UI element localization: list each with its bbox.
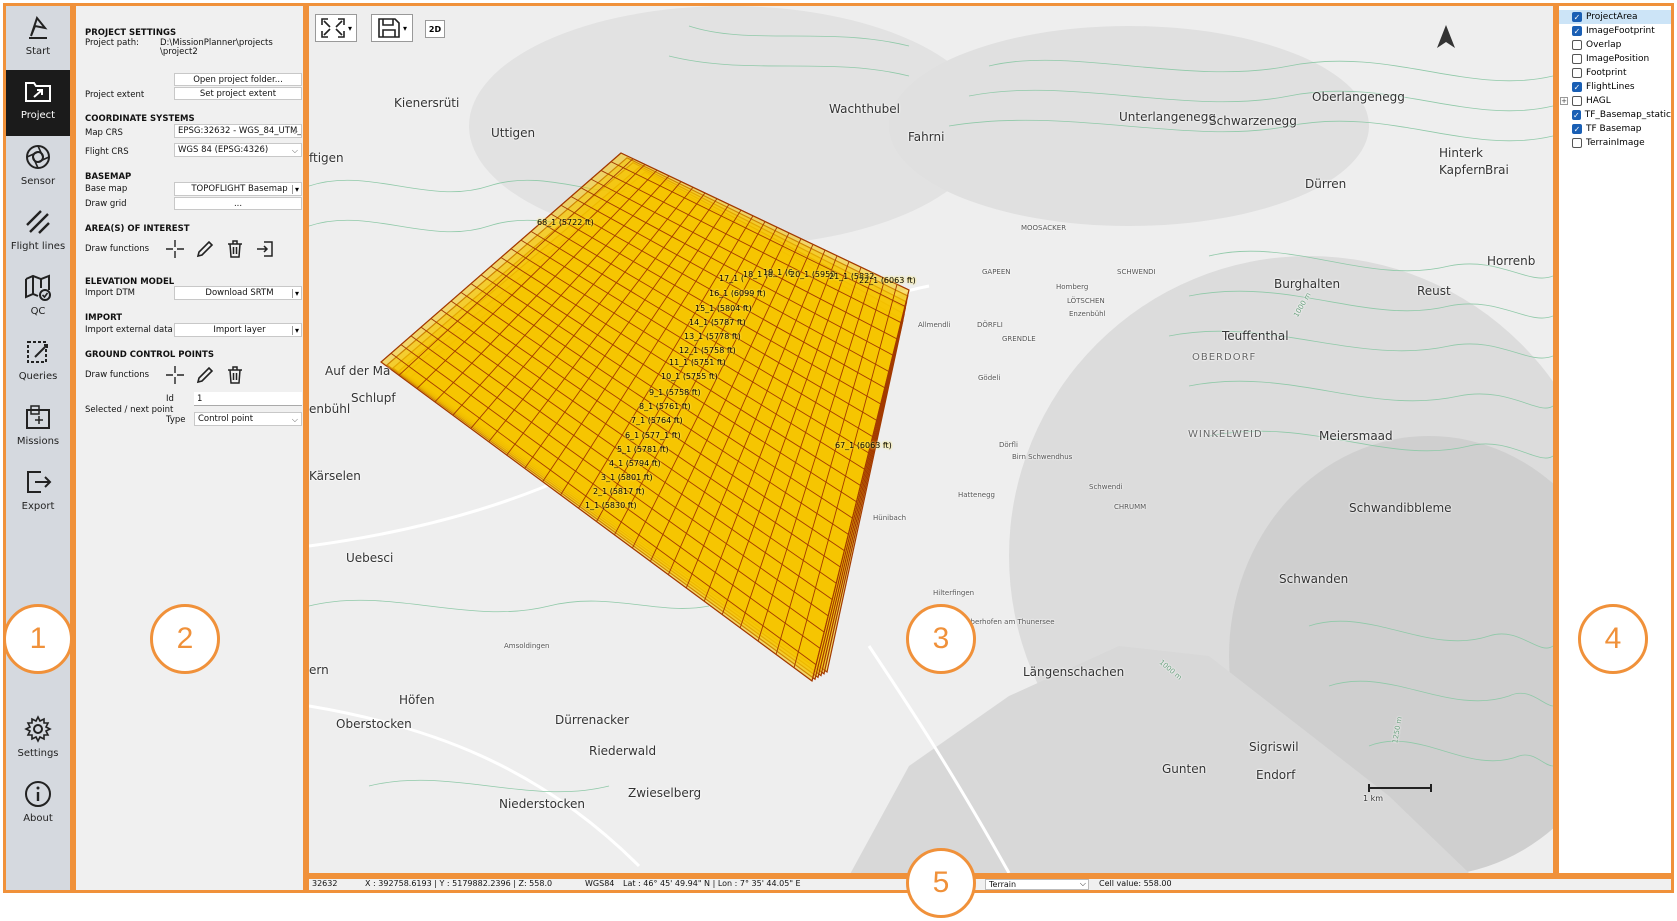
region-frame-5 — [306, 876, 1674, 893]
region-frame-1 — [3, 3, 73, 893]
callout-3: 3 — [906, 604, 976, 674]
app-root: Start Project Sensor Flight lines QC Que… — [0, 0, 1677, 921]
region-frame-4 — [1556, 3, 1674, 876]
callout-2: 2 — [150, 604, 220, 674]
region-frame-3 — [306, 3, 1556, 876]
region-frame-2 — [73, 3, 306, 893]
callout-5: 5 — [906, 848, 976, 918]
callout-1: 1 — [3, 604, 73, 674]
callout-4: 4 — [1578, 604, 1648, 674]
